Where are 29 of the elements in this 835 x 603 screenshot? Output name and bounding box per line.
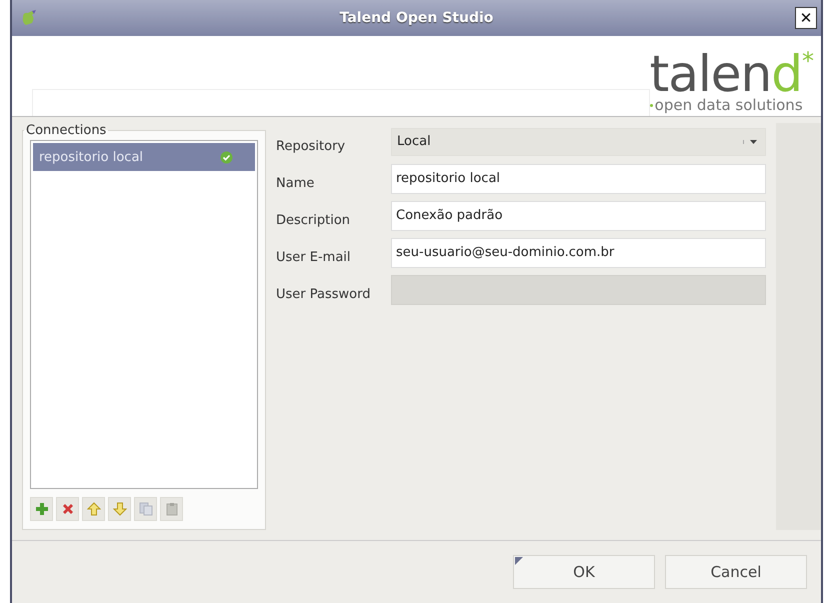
down-button[interactable] (108, 497, 131, 521)
window-title: Talend Open Studio (338, 10, 494, 26)
delete-button[interactable] (56, 497, 79, 521)
caret-icon (743, 140, 757, 144)
plus-icon (34, 502, 48, 516)
field-label: User E-mail (276, 249, 352, 265)
up-arrow-icon (86, 502, 100, 516)
field-label: User Password (276, 286, 372, 302)
copy-icon (138, 502, 152, 516)
down-arrow-icon (112, 502, 126, 516)
cross-icon (60, 502, 74, 516)
dialog-button[interactable]: Cancel (665, 555, 807, 589)
talend-logo: talend$^{*}$ (650, 51, 813, 97)
field-label: Repository (276, 138, 346, 154)
clipboard-icon (164, 502, 178, 516)
text-field[interactable]: repositorio local (391, 164, 766, 194)
text-field[interactable]: Conexão padrão (391, 200, 766, 230)
dialog-button[interactable]: OK (513, 555, 655, 589)
field-label: Name (276, 175, 316, 191)
logo-tagline: open data solutions (650, 97, 803, 114)
add-button[interactable] (30, 497, 53, 521)
text-field[interactable]: seu-usuario@seu-dominio.com.br (391, 238, 766, 268)
repository-dropdown[interactable]: Local (391, 128, 766, 156)
app-icon (20, 9, 38, 27)
up-button[interactable] (82, 497, 105, 521)
close-button[interactable]: ✕ (795, 7, 817, 29)
group-title: Connections (25, 123, 108, 138)
field-label: Description (276, 212, 352, 228)
default-marker-icon (515, 557, 523, 565)
